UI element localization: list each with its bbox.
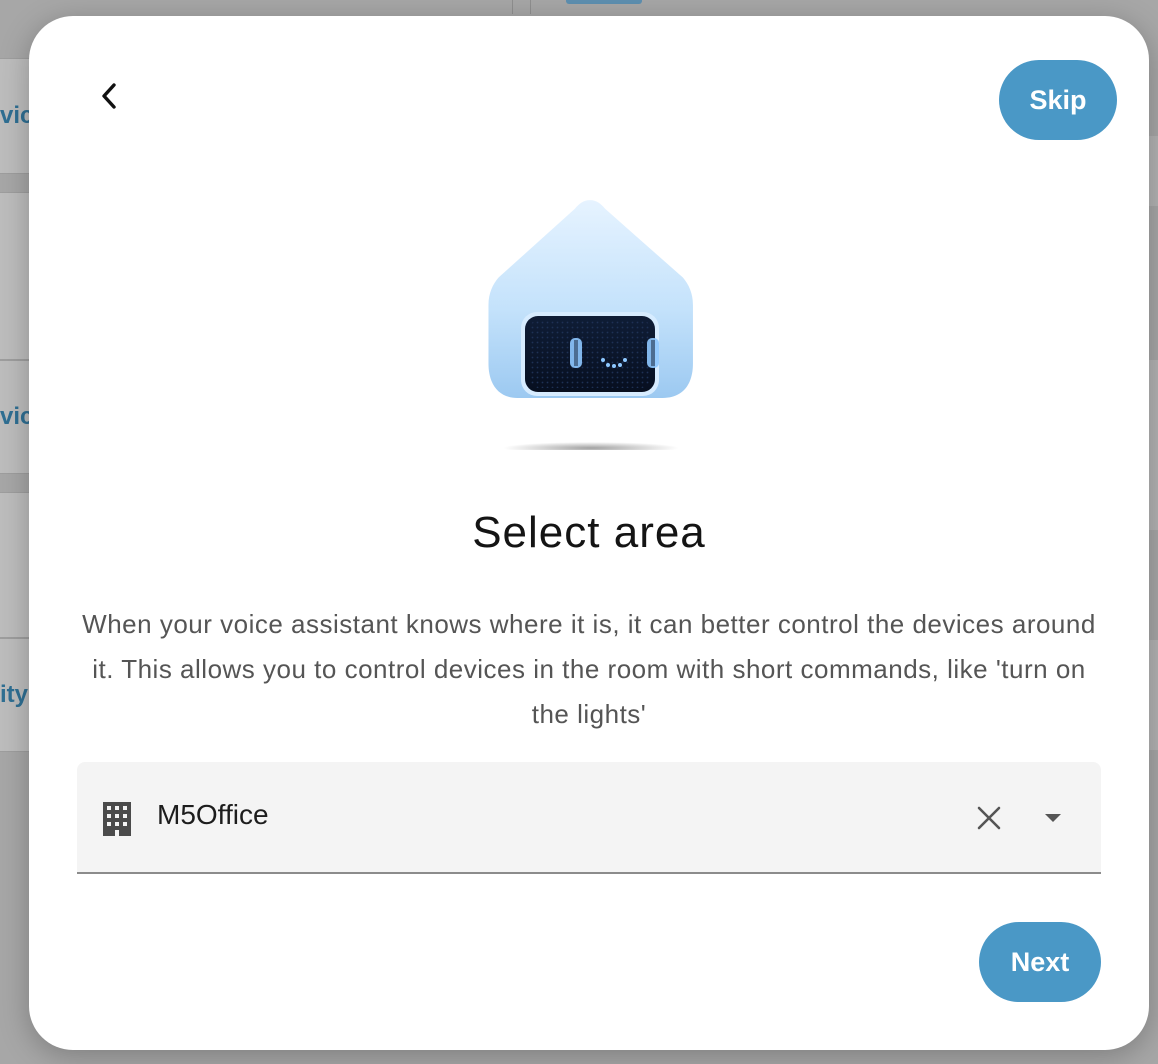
background-divider	[512, 0, 513, 14]
skip-button[interactable]: Skip	[999, 60, 1117, 140]
area-picker-value: M5Office	[157, 799, 269, 830]
next-button[interactable]: Next	[979, 922, 1101, 1002]
background-chip	[566, 0, 642, 4]
back-button[interactable]	[87, 64, 131, 128]
caret-down-icon	[1045, 814, 1061, 822]
background-divider	[530, 0, 531, 14]
voice-assistant-illustration	[488, 200, 693, 450]
building-icon	[103, 802, 131, 836]
chevron-left-icon	[102, 83, 116, 109]
background-label: ity	[0, 681, 29, 708]
select-area-dialog: Skip Select area When your voice assista…	[29, 16, 1149, 1050]
close-icon	[977, 806, 1001, 830]
dialog-title: Select area	[472, 508, 706, 557]
area-dropdown-button[interactable]	[1029, 794, 1077, 842]
area-picker[interactable]: M5Office	[77, 762, 1101, 874]
dialog-description: When your voice assistant knows where it…	[82, 609, 1096, 729]
clear-area-button[interactable]	[965, 794, 1013, 842]
